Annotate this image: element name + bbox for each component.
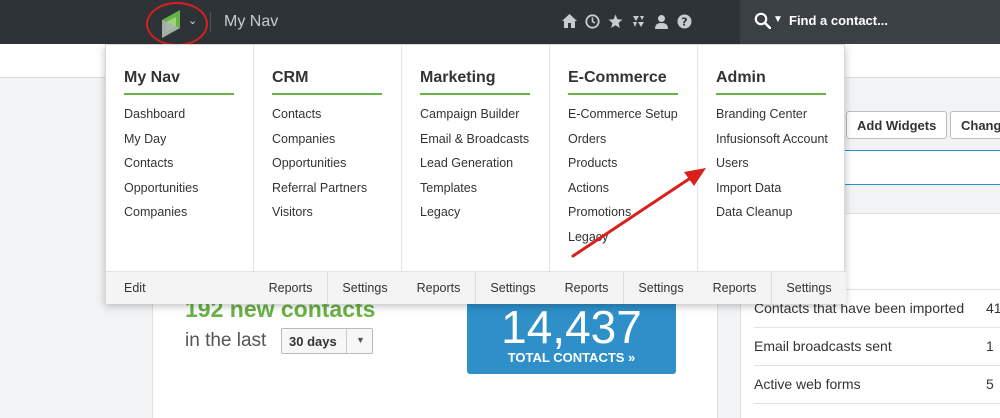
menu-item-referral-partners[interactable]: Referral Partners — [272, 181, 367, 206]
menu-item-products[interactable]: Products — [568, 156, 678, 181]
menu-column-marketing: Marketing Campaign Builder Email & Broad… — [402, 45, 550, 304]
user-icon[interactable] — [654, 13, 669, 29]
menu-item-list: E-Commerce Setup Orders Products Actions… — [568, 107, 678, 255]
menu-column-heading: E-Commerce — [568, 69, 678, 95]
caret-down-icon[interactable]: ▼ — [773, 14, 783, 25]
page-title: My Nav — [224, 13, 279, 30]
stat-value: 5 — [986, 376, 994, 392]
menu-item-dashboard[interactable]: Dashboard — [124, 107, 198, 132]
menu-column-heading: Marketing — [420, 69, 530, 95]
menu-item-legacy[interactable]: Legacy — [568, 230, 678, 255]
in-the-last-label: in the last — [185, 330, 267, 351]
menu-item-opportunities[interactable]: Opportunities — [124, 181, 198, 206]
menu-column-admin: Admin Branding Center Infusionsoft Accou… — [698, 45, 846, 304]
widget-panel — [844, 150, 1000, 185]
stat-label: Active web forms — [754, 376, 861, 392]
menu-item-branding-center[interactable]: Branding Center — [716, 107, 828, 132]
stat-row: Active web forms 5 — [754, 366, 1000, 404]
menu-item-data-cleanup[interactable]: Data Cleanup — [716, 205, 828, 230]
reports-button[interactable]: Reports — [402, 272, 476, 304]
menu-item-my-day[interactable]: My Day — [124, 132, 198, 157]
reports-button[interactable]: Reports — [550, 272, 624, 304]
menu-column-footer: Reports Settings — [698, 271, 846, 304]
menu-column-heading: Admin — [716, 69, 826, 95]
star-icon[interactable] — [608, 13, 623, 29]
add-widgets-button[interactable]: Add Widgets — [846, 111, 948, 139]
clock-icon[interactable] — [585, 13, 600, 29]
total-contacts-label: TOTAL CONTACTS » — [507, 350, 636, 365]
svg-text:?: ? — [681, 15, 687, 28]
menu-item-visitors[interactable]: Visitors — [272, 205, 367, 230]
search-icon — [754, 12, 771, 29]
home-icon[interactable] — [562, 13, 577, 29]
settings-button[interactable]: Settings — [476, 272, 550, 304]
menu-column-heading: CRM — [272, 69, 382, 95]
menu-column-crm: CRM Contacts Companies Opportunities Ref… — [254, 45, 402, 304]
menu-column-footer: Edit — [106, 271, 254, 304]
settings-button[interactable]: Settings — [624, 272, 698, 304]
days-select-value: 30 days — [289, 334, 337, 349]
menu-item-import-data[interactable]: Import Data — [716, 181, 828, 206]
menu-column-e-commerce: E-Commerce E-Commerce Setup Orders Produ… — [550, 45, 698, 304]
contact-search[interactable]: ▼ Find a contact... — [740, 0, 1000, 44]
menu-item-templates[interactable]: Templates — [420, 181, 529, 206]
edit-button[interactable]: Edit — [124, 272, 146, 304]
infusionsoft-logo-icon — [162, 10, 180, 38]
menu-item-opportunities[interactable]: Opportunities — [272, 156, 367, 181]
nav-dropdown-menu: My Nav Dashboard My Day Contacts Opportu… — [105, 44, 846, 304]
quick-icons: ? — [562, 13, 692, 29]
menu-column-footer: Reports Settings — [254, 271, 402, 304]
menu-item-companies[interactable]: Companies — [124, 205, 198, 230]
menu-item-list: Dashboard My Day Contacts Opportunities … — [124, 107, 198, 230]
top-nav-bar: ⌄ My Nav ? ▼ Find a contact... — [0, 0, 1000, 46]
stat-label: Email broadcasts sent — [754, 338, 892, 354]
menu-item-actions[interactable]: Actions — [568, 181, 678, 206]
menu-item-list: Campaign Builder Email & Broadcasts Lead… — [420, 107, 529, 230]
days-select[interactable]: 30 days ▼ — [281, 328, 373, 354]
caret-down-icon: ▼ — [356, 335, 365, 345]
stat-value: 41 — [986, 300, 1000, 316]
menu-item-contacts[interactable]: Contacts — [272, 107, 367, 132]
reports-button[interactable]: Reports — [698, 272, 772, 304]
menu-item-orders[interactable]: Orders — [568, 132, 678, 157]
help-icon[interactable]: ? — [677, 13, 692, 29]
app-menu-button[interactable]: ⌄ — [146, 2, 208, 46]
stat-row: Email broadcasts sent 1 — [754, 328, 1000, 366]
menu-item-email-broadcasts[interactable]: Email & Broadcasts — [420, 132, 529, 157]
menu-column-my-nav: My Nav Dashboard My Day Contacts Opportu… — [106, 45, 254, 304]
divider — [210, 12, 211, 32]
total-contacts-button[interactable]: 14,437 TOTAL CONTACTS » — [467, 292, 676, 374]
search-input[interactable]: Find a contact... — [789, 13, 888, 28]
menu-column-heading: My Nav — [124, 69, 234, 95]
settings-button[interactable]: Settings — [772, 272, 846, 304]
menu-column-footer: Reports Settings — [550, 271, 698, 304]
menu-item-list: Contacts Companies Opportunities Referra… — [272, 107, 367, 230]
change-button[interactable]: Change — [950, 111, 1000, 139]
menu-item-e-commerce-setup[interactable]: E-Commerce Setup — [568, 107, 678, 132]
menu-column-footer: Reports Settings — [402, 271, 550, 304]
menu-item-contacts[interactable]: Contacts — [124, 156, 198, 181]
menu-item-users[interactable]: Users — [716, 156, 828, 181]
settings-button[interactable]: Settings — [328, 272, 402, 304]
total-contacts-number: 14,437 — [501, 301, 642, 353]
divider — [346, 329, 347, 353]
menu-item-list: Branding Center Infusionsoft Account Use… — [716, 107, 828, 230]
menu-item-campaign-builder[interactable]: Campaign Builder — [420, 107, 529, 132]
menu-item-infusionsoft-account[interactable]: Infusionsoft Account — [716, 132, 828, 157]
stat-value: 1 — [986, 338, 994, 354]
reports-button[interactable]: Reports — [254, 272, 328, 304]
menu-item-companies[interactable]: Companies — [272, 132, 367, 157]
menu-item-lead-generation[interactable]: Lead Generation — [420, 156, 529, 181]
menu-item-promotions[interactable]: Promotions — [568, 205, 678, 230]
switch-icon[interactable] — [631, 13, 646, 29]
chevron-down-icon: ⌄ — [188, 15, 198, 27]
menu-item-legacy[interactable]: Legacy — [420, 205, 529, 230]
